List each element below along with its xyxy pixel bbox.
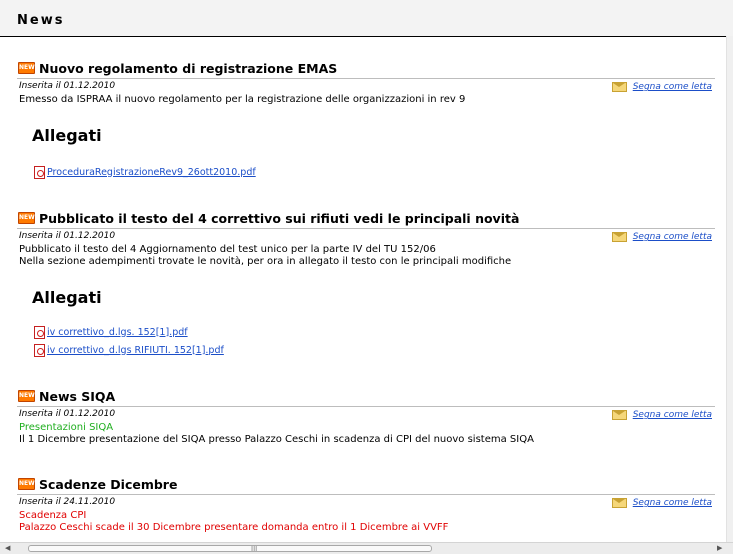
- scroll-right-arrow-icon[interactable]: ▶: [717, 544, 722, 552]
- mark-as-read-link[interactable]: Segna come letta: [633, 410, 712, 420]
- attachment-link[interactable]: iv correttivo_d.lgs. 152[1].pdf: [34, 325, 188, 339]
- new-badge-icon: NEW: [18, 212, 35, 224]
- news-highlight: Scadenza CPI: [19, 510, 87, 521]
- attachment-link[interactable]: iv correttivo_d.lgs RIFIUTI. 152[1].pdf: [34, 343, 224, 357]
- news-body: Palazzo Ceschi scade il 30 Dicembre pres…: [19, 522, 449, 533]
- mark-as-read-link[interactable]: Segna come letta: [633, 498, 712, 508]
- news-item: NEW Pubblicato il testo del 4 correttivo…: [17, 211, 715, 371]
- mark-as-read-link[interactable]: Segna come letta: [633, 232, 712, 242]
- scrollbar-grip-icon: III: [251, 545, 258, 553]
- attachments-heading: Allegati: [32, 288, 102, 307]
- pdf-file-icon: [34, 343, 45, 357]
- attachment-filename[interactable]: ProceduraRegistrazioneRev9_26ott2010.pdf: [47, 167, 256, 178]
- news-title: News SIQA: [39, 389, 116, 404]
- mark-as-read-button[interactable]: Segna come letta: [611, 81, 712, 93]
- scrollbar-thumb[interactable]: III: [28, 545, 432, 553]
- news-body: Emesso da ISPRAA il nuovo regolamento pe…: [19, 94, 466, 105]
- news-title: Pubblicato il testo del 4 correttivo sui…: [39, 211, 520, 226]
- news-title: Nuovo regolamento di registrazione EMAS: [39, 61, 338, 76]
- news-date: Inserita il 01.12.2010: [19, 231, 116, 241]
- mark-as-read-link[interactable]: Segna come letta: [633, 82, 712, 92]
- attachment-filename[interactable]: iv correttivo_d.lgs RIFIUTI. 152[1].pdf: [47, 345, 224, 356]
- new-badge-icon: NEW: [18, 478, 35, 490]
- news-body: Pubblicato il testo del 4 Aggiornamento …: [19, 244, 436, 255]
- news-date: Inserita il 01.12.2010: [19, 409, 116, 419]
- news-title-row: NEW Scadenze Dicembre: [17, 477, 715, 495]
- news-body: Nella sezione adempimenti trovate le nov…: [19, 256, 512, 267]
- news-body: Il 1 Dicembre presentazione del SIQA pre…: [19, 434, 534, 445]
- news-item: NEW Scadenze Dicembre Inserita il 24.11.…: [17, 477, 715, 541]
- news-title: Scadenze Dicembre: [39, 477, 178, 492]
- new-badge-icon: NEW: [18, 62, 35, 74]
- vertical-scrollbar[interactable]: [726, 36, 733, 542]
- news-title-row: NEW Nuovo regolamento di registrazione E…: [17, 61, 715, 79]
- news-highlight: Presentazioni SIQA: [19, 422, 114, 433]
- news-meta-row: Inserita il 01.12.2010 Segna come letta: [17, 79, 715, 94]
- news-date: Inserita il 24.11.2010: [19, 497, 116, 507]
- news-title-row: NEW News SIQA: [17, 389, 715, 407]
- mark-as-read-button[interactable]: Segna come letta: [611, 231, 712, 243]
- news-meta-row: Inserita il 24.11.2010 Segna come letta: [17, 495, 715, 510]
- news-list: NEW Nuovo regolamento di registrazione E…: [0, 0, 726, 542]
- horizontal-scrollbar[interactable]: ◀ III ▶: [0, 542, 733, 554]
- envelope-icon: [611, 232, 627, 242]
- news-meta-row: Inserita il 01.12.2010 Segna come letta: [17, 407, 715, 422]
- attachment-link[interactable]: ProceduraRegistrazioneRev9_26ott2010.pdf: [34, 165, 256, 179]
- news-item: NEW News SIQA Inserita il 01.12.2010 Seg…: [17, 389, 715, 449]
- envelope-icon: [611, 410, 627, 420]
- attachment-filename[interactable]: iv correttivo_d.lgs. 152[1].pdf: [47, 327, 188, 338]
- attachments-heading: Allegati: [32, 126, 102, 145]
- news-title-row: NEW Pubblicato il testo del 4 correttivo…: [17, 211, 715, 229]
- envelope-icon: [611, 498, 627, 508]
- news-meta-row: Inserita il 01.12.2010 Segna come letta: [17, 229, 715, 244]
- pdf-file-icon: [34, 165, 45, 179]
- envelope-icon: [611, 82, 627, 92]
- scroll-left-arrow-icon[interactable]: ◀: [5, 544, 10, 552]
- mark-as-read-button[interactable]: Segna come letta: [611, 409, 712, 421]
- news-item: NEW Nuovo regolamento di registrazione E…: [17, 61, 715, 191]
- pdf-file-icon: [34, 325, 45, 339]
- mark-as-read-button[interactable]: Segna come letta: [611, 497, 712, 509]
- new-badge-icon: NEW: [18, 390, 35, 402]
- news-date: Inserita il 01.12.2010: [19, 81, 116, 91]
